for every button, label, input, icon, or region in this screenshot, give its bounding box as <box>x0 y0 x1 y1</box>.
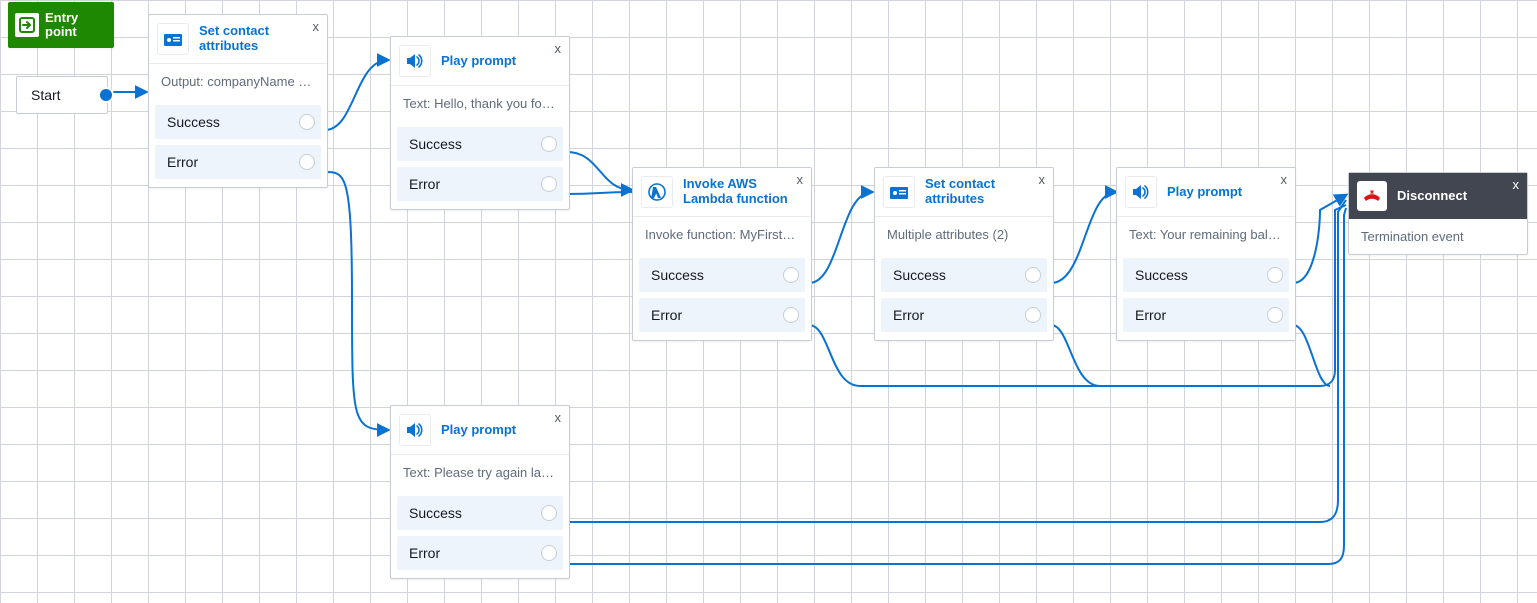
node-title: Set contact attributes <box>199 24 317 54</box>
close-icon[interactable]: x <box>1039 172 1046 187</box>
branch-success[interactable]: Success <box>155 105 321 139</box>
branch-error[interactable]: Error <box>397 536 563 570</box>
speaker-icon <box>399 45 431 77</box>
close-icon[interactable]: x <box>555 41 562 56</box>
node-play-prompt-1[interactable]: Play prompt x Text: Hello, thank you for… <box>390 36 570 210</box>
lambda-icon <box>641 176 673 208</box>
contact-attributes-icon <box>883 176 915 208</box>
node-title: Invoke AWS Lambda function <box>683 177 793 207</box>
node-title: Play prompt <box>441 423 516 438</box>
node-subtitle: Text: Please try again later. <box>391 455 569 490</box>
entry-arrow-icon <box>15 13 39 37</box>
output-port[interactable] <box>1025 307 1041 323</box>
branch-success[interactable]: Success <box>639 258 805 292</box>
start-output-port[interactable] <box>98 87 114 103</box>
node-play-prompt-2[interactable]: Play prompt x Text: Your remaining bala.… <box>1116 167 1296 341</box>
output-port[interactable] <box>541 545 557 561</box>
output-port[interactable] <box>1267 307 1283 323</box>
start-label: Start <box>31 87 61 103</box>
branch-error[interactable]: Error <box>397 167 563 201</box>
node-subtitle: Termination event <box>1349 219 1527 254</box>
output-port[interactable] <box>1025 267 1041 283</box>
close-icon[interactable]: x <box>797 172 804 187</box>
node-title: Play prompt <box>441 54 516 69</box>
close-icon[interactable]: x <box>1513 177 1520 192</box>
branch-error[interactable]: Error <box>155 145 321 179</box>
branch-error[interactable]: Error <box>1123 298 1289 332</box>
node-subtitle: Text: Hello, thank you for ... <box>391 86 569 121</box>
output-port[interactable] <box>541 505 557 521</box>
contact-attributes-icon <box>157 23 189 55</box>
speaker-icon <box>399 414 431 446</box>
output-port[interactable] <box>299 114 315 130</box>
output-port[interactable] <box>1267 267 1283 283</box>
output-port[interactable] <box>783 307 799 323</box>
close-icon[interactable]: x <box>555 410 562 425</box>
output-port[interactable] <box>299 154 315 170</box>
branch-success[interactable]: Success <box>397 496 563 530</box>
node-title: Set contact attributes <box>925 177 1043 207</box>
node-set-contact-attributes-2[interactable]: Set contact attributes x Multiple attrib… <box>874 167 1054 341</box>
node-subtitle: Multiple attributes (2) <box>875 217 1053 252</box>
node-subtitle: Text: Your remaining bala... <box>1117 217 1295 252</box>
flow-canvas[interactable]: Entry point Start Set contact attributes… <box>0 0 1537 603</box>
branch-error[interactable]: Error <box>639 298 805 332</box>
entry-point-block: Entry point <box>8 2 114 48</box>
node-subtitle: Invoke function: MyFirstC... <box>633 217 811 252</box>
branch-success[interactable]: Success <box>1123 258 1289 292</box>
start-block[interactable]: Start <box>16 76 108 114</box>
node-disconnect[interactable]: Disconnect x Termination event <box>1348 172 1528 255</box>
branch-success[interactable]: Success <box>881 258 1047 292</box>
node-subtitle: Output: companyName = ... <box>149 64 327 99</box>
node-title: Play prompt <box>1167 185 1242 200</box>
node-invoke-lambda[interactable]: Invoke AWS Lambda function x Invoke func… <box>632 167 812 341</box>
node-title: Disconnect <box>1397 189 1467 204</box>
close-icon[interactable]: x <box>313 19 320 34</box>
hangup-icon <box>1357 181 1387 211</box>
output-port[interactable] <box>783 267 799 283</box>
output-port[interactable] <box>541 136 557 152</box>
speaker-icon <box>1125 176 1157 208</box>
entry-point-label: Entry point <box>45 11 78 38</box>
close-icon[interactable]: x <box>1281 172 1288 187</box>
node-set-contact-attributes-1[interactable]: Set contact attributes x Output: company… <box>148 14 328 188</box>
node-play-prompt-3[interactable]: Play prompt x Text: Please try again lat… <box>390 405 570 579</box>
branch-success[interactable]: Success <box>397 127 563 161</box>
branch-error[interactable]: Error <box>881 298 1047 332</box>
output-port[interactable] <box>541 176 557 192</box>
